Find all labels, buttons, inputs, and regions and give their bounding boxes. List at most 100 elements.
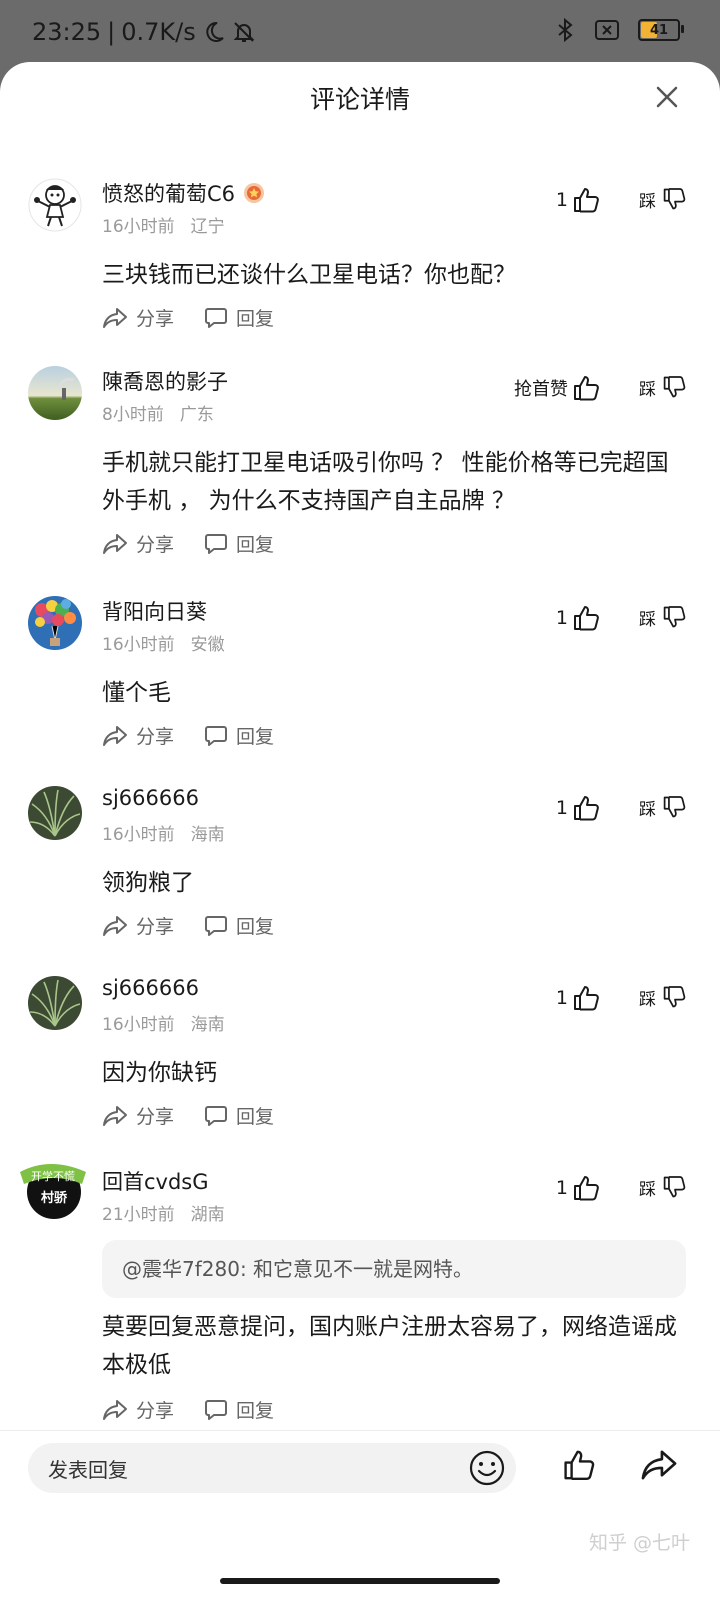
watermark: 知乎 @七叶 (588, 1532, 690, 1554)
reply-button[interactable]: 回复 (204, 912, 274, 939)
reply-bar: 发表回复 (0, 1430, 720, 1511)
reply-label: 回复 (236, 308, 275, 330)
username[interactable]: 愤怒的葡萄C6 (102, 178, 265, 208)
username-text[interactable]: sj666666 (102, 976, 199, 1000)
like-button[interactable]: 1 (556, 984, 602, 1012)
reply-input[interactable]: 发表回复 (28, 1443, 516, 1493)
like-button[interactable]: 1 (556, 604, 602, 632)
avatar[interactable] (28, 596, 82, 650)
avatar[interactable] (28, 786, 82, 840)
quoted-reply[interactable]: @震华7f280: 和它意见不一就是网特。 (102, 1240, 686, 1298)
username[interactable]: sj666666 (102, 786, 199, 810)
share-comment-button[interactable] (640, 1447, 678, 1483)
share-button[interactable]: 分享 (102, 1102, 174, 1129)
reply-button[interactable]: 回复 (204, 530, 274, 557)
reply-button[interactable]: 回复 (204, 304, 274, 331)
comment-location: 海南 (190, 825, 225, 845)
dislike-button[interactable]: 踩 (639, 374, 688, 400)
avatar[interactable] (28, 178, 82, 232)
comment-location: 海南 (190, 1015, 225, 1035)
thumbs-down-icon (663, 986, 686, 1008)
comment-bubble-icon (205, 307, 228, 328)
comment-bubble-icon (205, 533, 228, 554)
username[interactable]: 背阳向日葵 (102, 596, 207, 626)
medal-badge-icon (243, 182, 265, 204)
dislike-button[interactable]: 踩 (639, 1174, 688, 1200)
thumbs-up-icon (574, 1176, 599, 1201)
reply-button[interactable]: 回复 (204, 1102, 274, 1129)
dislike-label: 踩 (639, 191, 656, 212)
comment-meta: 16小时前 安徽 (102, 630, 225, 655)
share-button[interactable]: 分享 (102, 1396, 174, 1423)
comment-time: 8小时前 (102, 405, 164, 425)
dislike-label: 踩 (639, 379, 656, 400)
share-label: 分享 (136, 534, 175, 556)
page-title: 评论详情 (309, 85, 410, 114)
comment-text: 领狗粮了 (102, 870, 194, 896)
comment-bubble-icon (205, 1399, 228, 1420)
share-button[interactable]: 分享 (102, 912, 174, 939)
comment-bubble-icon (205, 725, 228, 746)
close-button[interactable] (650, 80, 684, 114)
username-text[interactable]: 背阳向日葵 (102, 596, 207, 626)
username-text[interactable]: 陳喬恩的影子 (102, 366, 228, 396)
emoji-button[interactable] (468, 1449, 506, 1487)
home-indicator[interactable] (220, 1578, 500, 1584)
thumbs-up-icon (574, 606, 599, 631)
reply-button[interactable]: 回复 (204, 1396, 274, 1423)
share-icon (103, 1105, 127, 1126)
share-icon (103, 1399, 127, 1420)
username[interactable]: 回首cvdsG (102, 1166, 209, 1196)
comment-text: 懂个毛 (102, 680, 171, 706)
comment-text: 三块钱而已还谈什么卫星电话？你也配？ (102, 262, 516, 288)
like-button[interactable]: 1 (556, 794, 602, 822)
share-icon (103, 915, 127, 936)
dislike-button[interactable]: 踩 (639, 186, 688, 212)
reply-label: 回复 (236, 1106, 275, 1128)
avatar[interactable] (28, 366, 82, 420)
username-text[interactable]: 愤怒的葡萄C6 (102, 178, 235, 208)
dislike-button[interactable]: 踩 (639, 604, 688, 630)
comment-time: 16小时前 (102, 217, 175, 237)
avatar[interactable] (28, 976, 82, 1030)
share-label: 分享 (136, 308, 175, 330)
like-button[interactable]: 1 (556, 186, 602, 214)
reply-input-placeholder: 发表回复 (48, 1457, 128, 1482)
username-text[interactable]: sj666666 (102, 786, 199, 810)
thumbs-down-icon (663, 796, 686, 818)
username[interactable]: sj666666 (102, 976, 199, 1000)
dislike-button[interactable]: 踩 (639, 794, 688, 820)
thumbs-up-icon (574, 188, 599, 213)
username-text[interactable]: 回首cvdsG (102, 1166, 209, 1196)
share-button[interactable]: 分享 (102, 530, 174, 557)
like-button[interactable]: 1 (556, 1174, 602, 1202)
battery-level: 41 (649, 22, 669, 38)
thumbs-up-icon (574, 796, 599, 821)
comment-detail-sheet: 评论详情 愤怒的葡萄C6 16小时前 辽宁 1 踩 三块钱而已还谈什么卫星电话？… (0, 62, 720, 1600)
like-button[interactable]: 抢首赞 (514, 374, 602, 402)
reply-label: 回复 (236, 726, 275, 748)
comment-bubble-icon (205, 915, 228, 936)
share-label: 分享 (136, 726, 175, 748)
username[interactable]: 陳喬恩的影子 (102, 366, 228, 396)
reply-button[interactable]: 回复 (204, 722, 274, 749)
share-icon (103, 725, 127, 746)
dislike-button[interactable]: 踩 (639, 984, 688, 1010)
reply-label: 回复 (236, 534, 275, 556)
avatar[interactable]: 开学不慌 村骄 (20, 1164, 86, 1220)
comment-text: 手机就只能打卫星电话吸引你吗 ？ 性能价格等已完超国外手机 ， 为什么不支持国产… (102, 450, 669, 514)
status-right: 41 (554, 18, 684, 42)
thumbs-down-icon (663, 1176, 686, 1198)
thumbs-down-icon (663, 606, 686, 628)
comment-time: 21小时前 (102, 1205, 175, 1225)
share-button[interactable]: 分享 (102, 722, 174, 749)
comment-meta: 21小时前 湖南 (102, 1200, 225, 1225)
thumbs-down-icon (663, 376, 686, 398)
share-icon (103, 533, 127, 554)
like-count: 1 (555, 987, 568, 1009)
share-button[interactable]: 分享 (102, 304, 174, 331)
like-count: 1 (555, 1177, 568, 1199)
like-answer-button[interactable] (562, 1447, 598, 1483)
comment-meta: 16小时前 辽宁 (102, 212, 225, 237)
comment-actions: 分享 回复 (102, 304, 274, 331)
